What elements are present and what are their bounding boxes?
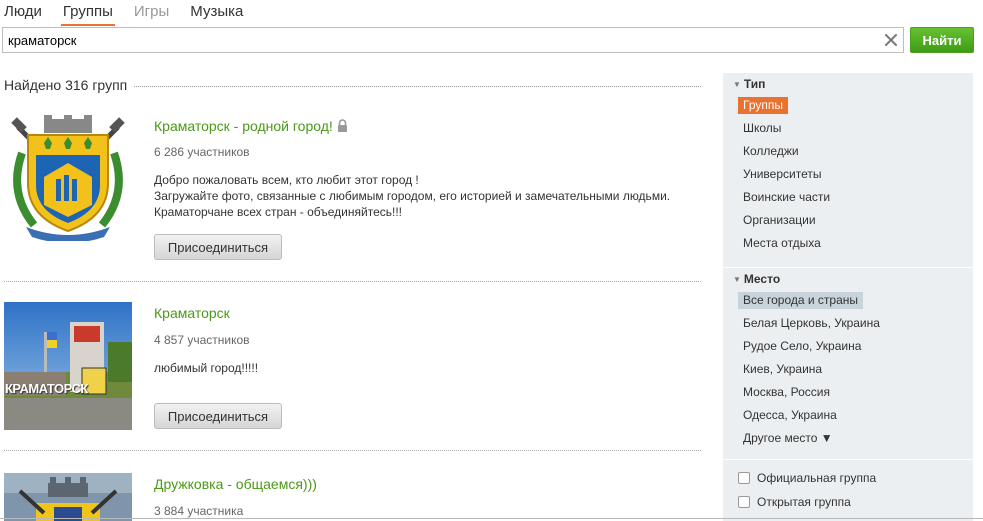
group-title[interactable]: Дружковка - общаемся))) xyxy=(154,476,317,492)
kramatorsk-city-sign-photo-icon xyxy=(4,302,132,430)
filter-type-colleges[interactable]: Колледжи xyxy=(738,143,804,160)
join-button[interactable]: Присоединиться xyxy=(154,234,282,260)
photo-sign-text: КРАМАТОРСК xyxy=(5,381,88,396)
group-card: Краматорск - родной город! 6 286 участни… xyxy=(4,113,701,283)
filter-type-schools[interactable]: Школы xyxy=(738,120,786,137)
search-input[interactable] xyxy=(3,28,873,52)
filter-place-odesa[interactable]: Одесса, Украина xyxy=(738,407,842,424)
checkbox-box[interactable] xyxy=(738,472,750,484)
collapse-triangle-icon: ▼ xyxy=(733,275,741,284)
card-divider xyxy=(4,281,701,282)
group-members: 4 857 участников xyxy=(154,333,250,347)
bottom-border xyxy=(0,518,983,519)
collapse-triangle-icon: ▼ xyxy=(733,80,741,89)
group-title-text[interactable]: Краматорск - родной город! xyxy=(154,118,333,134)
kramatorsk-coat-of-arms-icon xyxy=(4,113,132,241)
filter-sidebar: ▼ Тип Группы Школы Колледжи Университеты … xyxy=(723,73,973,521)
description-line: Загружайте фото, связанные с любимым гор… xyxy=(154,189,671,203)
group-avatar[interactable]: КРАМАТОРСК xyxy=(4,302,132,430)
official-group-checkbox[interactable]: Официальная группа xyxy=(738,471,876,485)
tab-people[interactable]: Люди xyxy=(4,3,42,23)
tab-games[interactable]: Игры xyxy=(134,3,169,23)
group-card: Дружковка - общаемся))) 3 884 участника xyxy=(4,473,701,521)
tab-groups[interactable]: Группы xyxy=(60,3,115,26)
filter-type-organizations[interactable]: Организации xyxy=(738,212,821,229)
group-title[interactable]: Краматорск xyxy=(154,305,230,321)
group-avatar[interactable] xyxy=(4,113,132,241)
filter-type-military[interactable]: Воинские части xyxy=(738,189,835,206)
top-tabs: Люди Группы Игры Музыка xyxy=(4,3,264,26)
sidebar-divider xyxy=(723,267,973,268)
description-line: любимый город!!!!! xyxy=(154,361,259,375)
description-line: Добро пожаловать всем, кто любит этот го… xyxy=(154,173,419,187)
group-card: КРАМАТОРСК Краматорск 4 857 участников л… xyxy=(4,302,701,452)
filter-type-leisure[interactable]: Места отдыха xyxy=(738,235,826,252)
checkbox-label: Официальная группа xyxy=(757,471,877,485)
results-count: Найдено 316 групп xyxy=(4,77,134,93)
clear-icon[interactable] xyxy=(883,32,899,48)
group-avatar[interactable] xyxy=(4,473,132,521)
type-section-heading[interactable]: ▼ Тип xyxy=(733,77,765,91)
description-line: Краматорчане всех стран - объединяйтесь!… xyxy=(154,205,403,219)
checkbox-label: Открытая группа xyxy=(757,495,851,509)
filter-place-other[interactable]: Другое место ▼ xyxy=(738,430,838,447)
group-description: Добро пожаловать всем, кто любит этот го… xyxy=(154,172,670,220)
checkbox-box[interactable] xyxy=(738,496,750,508)
group-title[interactable]: Краматорск - родной город! xyxy=(154,118,348,135)
filter-place-bila-tserkva[interactable]: Белая Церковь, Украина xyxy=(738,315,885,332)
lock-icon xyxy=(337,119,348,135)
filter-place-moscow[interactable]: Москва, Россия xyxy=(738,384,835,401)
filter-place-rudoe-selo[interactable]: Рудое Село, Украина xyxy=(738,338,866,355)
group-members: 6 286 участников xyxy=(154,145,250,159)
open-group-checkbox[interactable]: Открытая группа xyxy=(738,495,851,509)
place-heading-label: Место xyxy=(743,272,781,286)
find-button[interactable]: Найти xyxy=(910,27,974,53)
druzhkovka-coat-of-arms-icon xyxy=(4,473,132,521)
card-divider xyxy=(4,450,701,451)
filter-place-all[interactable]: Все города и страны xyxy=(738,292,864,309)
group-members: 3 884 участника xyxy=(154,504,244,518)
group-description: любимый город!!!!! xyxy=(154,360,258,376)
filter-place-kyiv[interactable]: Киев, Украина xyxy=(738,361,827,378)
filter-type-universities[interactable]: Университеты xyxy=(738,166,826,183)
search-box xyxy=(2,27,904,53)
tab-music[interactable]: Музыка xyxy=(190,3,243,23)
place-section-heading[interactable]: ▼ Место xyxy=(733,272,780,286)
filter-type-groups[interactable]: Группы xyxy=(738,97,788,114)
join-button[interactable]: Присоединиться xyxy=(154,403,282,429)
type-heading-label: Тип xyxy=(743,77,766,91)
sidebar-divider xyxy=(723,459,973,460)
